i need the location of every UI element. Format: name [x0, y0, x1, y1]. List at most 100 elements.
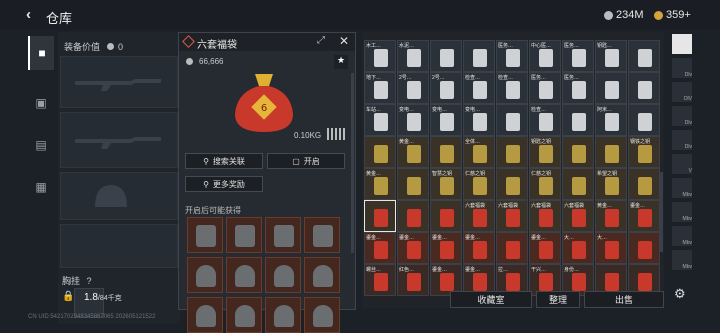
inventory-cell[interactable]: 钥匙之钥 — [529, 136, 561, 168]
collapse-icon[interactable]: ⤢ — [317, 35, 325, 46]
inventory-cell[interactable] — [628, 72, 660, 104]
inventory-cell[interactable] — [430, 40, 462, 72]
inventory-cell[interactable]: 鎏金… — [463, 232, 495, 264]
inventory-cell[interactable]: 黄金… — [595, 200, 627, 232]
reward-cell[interactable] — [265, 257, 301, 293]
inventory-cell[interactable] — [496, 104, 528, 136]
inventory-cell[interactable]: 黄金… — [397, 136, 429, 168]
inventory-cell[interactable]: 车站… — [364, 104, 396, 136]
inventory-cell[interactable]: 2号… — [430, 72, 462, 104]
reward-cell[interactable] — [226, 257, 262, 293]
tab-container[interactable] — [672, 34, 692, 54]
tab-weapon[interactable]: ■ — [28, 36, 54, 70]
reward-cell[interactable] — [226, 217, 262, 253]
inventory-cell[interactable]: 阿米… — [595, 104, 627, 136]
inventory-cell[interactable]: 鎏金… — [397, 232, 429, 264]
tab-storage-2[interactable]: DlV — [672, 82, 692, 102]
inventory-cell[interactable] — [430, 200, 462, 232]
inventory-cell[interactable] — [364, 200, 396, 232]
tab-storage-7[interactable]: Mbv — [672, 202, 692, 222]
reward-cell[interactable] — [304, 257, 340, 293]
inventory-cell[interactable]: 检查… — [463, 72, 495, 104]
sell-button[interactable]: 出售 — [584, 291, 664, 308]
inventory-cell[interactable] — [595, 136, 627, 168]
inventory-cell[interactable]: 大… — [562, 232, 594, 264]
search-related-button[interactable]: ⚲ 搜索关联 — [185, 153, 263, 169]
primary-weapon-slot[interactable] — [60, 56, 178, 108]
inventory-cell[interactable]: 仁慈之钥 — [529, 168, 561, 200]
inventory-cell[interactable] — [562, 104, 594, 136]
inventory-cell[interactable]: 钥匙… — [595, 40, 627, 72]
tab-storage-6[interactable]: Mbv — [672, 178, 692, 198]
reward-cell[interactable] — [187, 217, 223, 253]
reward-cell[interactable] — [226, 297, 262, 333]
popup-scrollbar[interactable] — [351, 73, 354, 253]
inventory-cell[interactable]: 中心医… — [529, 40, 561, 72]
inventory-cell[interactable]: 水泥… — [397, 40, 429, 72]
tab-storage-9[interactable]: Mbv — [672, 250, 692, 270]
inventory-cell[interactable] — [628, 104, 660, 136]
inventory-cell[interactable]: 螺丝… — [364, 264, 396, 296]
inventory-cell[interactable]: 检查… — [496, 72, 528, 104]
inventory-cell[interactable] — [463, 40, 495, 72]
tab-storage-8[interactable]: Mbv — [672, 226, 692, 246]
reward-cell[interactable] — [304, 217, 340, 253]
inventory-cell[interactable]: 全体… — [463, 136, 495, 168]
inventory-cell[interactable]: 红色… — [397, 264, 429, 296]
inventory-cell[interactable]: 仁慈之钥 — [463, 168, 495, 200]
settings-gear-icon[interactable]: ⚙ — [674, 286, 686, 302]
inventory-cell[interactable]: 六套福袋 — [562, 200, 594, 232]
tab-storage-5[interactable]: V — [672, 154, 692, 174]
inventory-cell[interactable] — [628, 232, 660, 264]
lock-icon[interactable]: 🔒 — [62, 291, 74, 302]
inventory-cell[interactable]: 变电… — [463, 104, 495, 136]
inventory-cell[interactable]: 鎏金… — [430, 232, 462, 264]
inventory-scrollbar[interactable] — [660, 172, 663, 252]
tab-storage-3[interactable]: Dlv — [672, 106, 692, 126]
inventory-cell[interactable]: 希望之钥 — [595, 168, 627, 200]
favorite-star-icon[interactable]: ★ — [334, 55, 348, 69]
tab-storage-4[interactable]: Dlv — [672, 130, 692, 150]
reward-cell[interactable] — [187, 297, 223, 333]
storage-room-button[interactable]: 收藏室 — [450, 291, 532, 308]
secondary-weapon-slot[interactable] — [60, 112, 178, 168]
more-rewards-button[interactable]: ⚲ 更多奖励 — [185, 176, 263, 192]
inventory-cell[interactable] — [562, 136, 594, 168]
inventory-cell[interactable] — [562, 168, 594, 200]
close-icon[interactable]: ✕ — [339, 34, 349, 48]
inventory-cell[interactable]: 2号… — [397, 72, 429, 104]
inventory-cell[interactable]: 医务… — [496, 40, 528, 72]
inventory-cell[interactable]: 六套福袋 — [529, 200, 561, 232]
inventory-cell[interactable]: 变电… — [430, 104, 462, 136]
inventory-cell[interactable]: 医务… — [562, 72, 594, 104]
inventory-cell[interactable]: 鎏金… — [529, 232, 561, 264]
inventory-cell[interactable] — [628, 168, 660, 200]
back-arrow-icon[interactable]: ‹ — [26, 6, 31, 23]
inventory-cell[interactable]: 智慧之钥 — [430, 168, 462, 200]
inventory-cell[interactable]: 检查… — [529, 104, 561, 136]
inventory-cell[interactable]: 变电… — [397, 104, 429, 136]
reward-cell[interactable] — [265, 297, 301, 333]
reward-cell[interactable] — [265, 217, 301, 253]
inventory-cell[interactable]: 地下… — [364, 72, 396, 104]
inventory-cell[interactable] — [430, 136, 462, 168]
open-button[interactable]: ▢ 开启 — [267, 153, 345, 169]
inventory-cell[interactable] — [496, 136, 528, 168]
inventory-cell[interactable] — [628, 40, 660, 72]
inventory-cell[interactable]: 钢铁之钥 — [628, 136, 660, 168]
inventory-cell[interactable] — [397, 200, 429, 232]
organize-button[interactable]: 整理 — [536, 291, 580, 308]
inventory-cell[interactable]: 大… — [595, 232, 627, 264]
inventory-cell[interactable]: 六套福袋 — [496, 200, 528, 232]
inventory-cell[interactable]: 鎏金… — [628, 200, 660, 232]
inventory-cell[interactable] — [496, 232, 528, 264]
inventory-cell[interactable]: 木工… — [364, 40, 396, 72]
inventory-cell[interactable] — [496, 168, 528, 200]
inventory-cell[interactable] — [595, 72, 627, 104]
armor-slot[interactable] — [60, 224, 178, 268]
inventory-cell[interactable]: 医务… — [562, 40, 594, 72]
helmet-slot[interactable] — [60, 172, 178, 220]
inventory-cell[interactable]: 六套福袋 — [463, 200, 495, 232]
reward-cell[interactable] — [304, 297, 340, 333]
tab-storage-1[interactable]: Dlv — [672, 58, 692, 78]
